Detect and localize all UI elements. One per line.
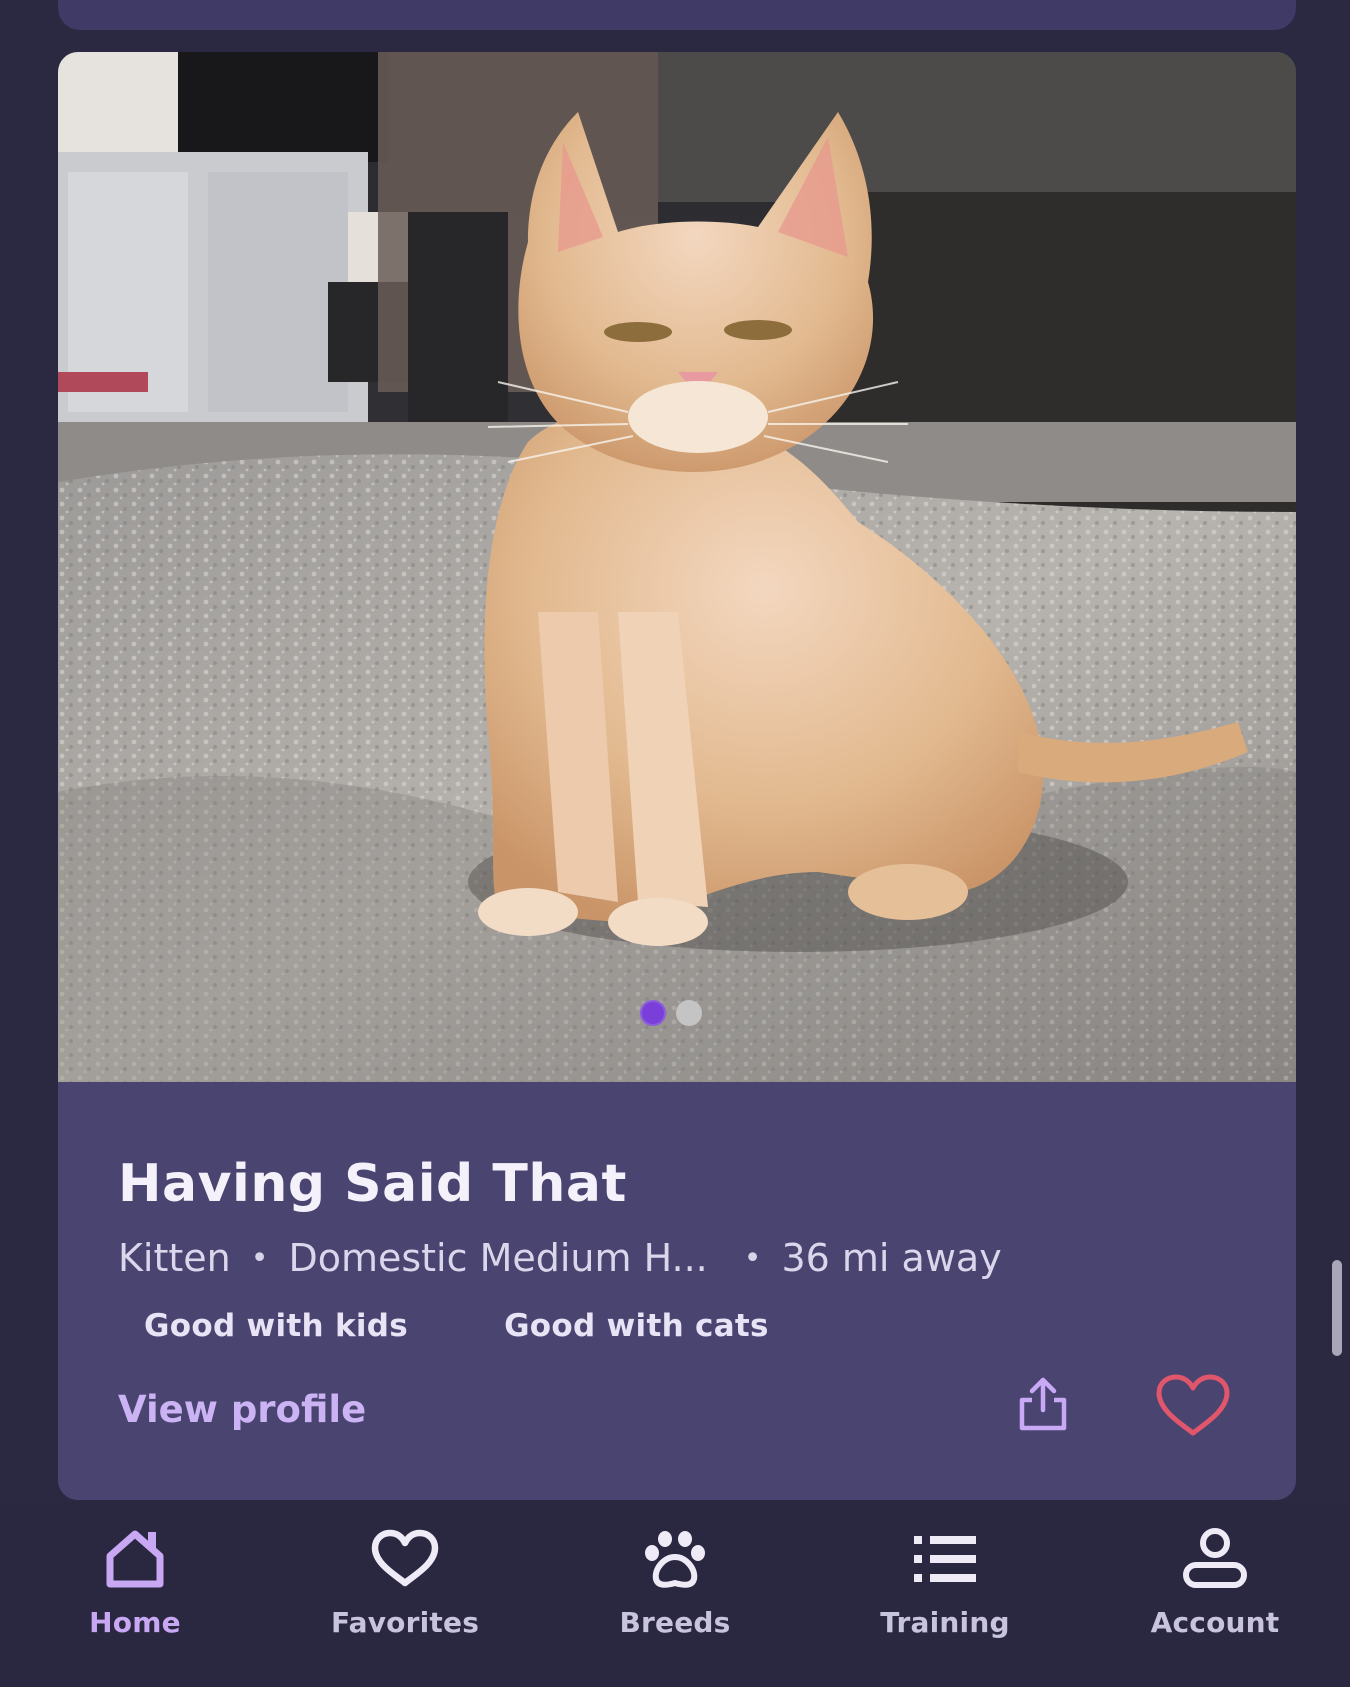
nav-training[interactable]: Training [835,1524,1055,1654]
share-icon [1019,1377,1067,1431]
meta-separator: • [743,1240,762,1276]
kitten-photo-illustration [58,52,1296,1082]
view-profile-link[interactable]: View profile [118,1388,366,1431]
nav-home[interactable]: Home [25,1524,245,1654]
pet-meta: Kitten • Domestic Medium H... • 36 mi aw… [118,1236,1256,1280]
pet-breed: Domestic Medium H... [288,1236,708,1280]
pet-age: Kitten [118,1236,231,1280]
bottom-navigation: Home Favorites Breeds Training Account [0,1502,1350,1687]
favorite-button[interactable] [1152,1371,1234,1441]
nav-training-label: Training [880,1606,1010,1639]
paw-icon [638,1524,712,1594]
tag-good-with-kids: Good with kids [144,1308,409,1344]
nav-breeds-label: Breeds [619,1606,731,1639]
tag-good-with-cats: Good with cats [504,1308,769,1344]
pager-dot-active[interactable] [640,1000,666,1026]
pet-info: Having Said That Kitten • Domestic Mediu… [58,1082,1296,1500]
list-icon [912,1524,978,1594]
pager-dot[interactable] [676,1000,702,1026]
heart-icon [369,1524,441,1594]
pet-tags: Good with kids Good with cats [144,1308,769,1344]
pet-photo[interactable] [58,52,1296,1082]
nav-breeds[interactable]: Breeds [565,1524,785,1654]
previous-pet-card[interactable] [58,0,1296,30]
home-icon [102,1524,168,1594]
share-button[interactable] [1008,1368,1078,1438]
pet-card[interactable]: Having Said That Kitten • Domestic Mediu… [58,52,1296,1500]
pet-name: Having Said That [118,1154,627,1214]
nav-favorites[interactable]: Favorites [295,1524,515,1654]
nav-favorites-label: Favorites [330,1606,480,1639]
nav-home-label: Home [89,1606,181,1639]
meta-separator: • [250,1240,269,1276]
heart-icon [1156,1374,1230,1436]
photo-pager[interactable] [640,1000,702,1026]
nav-account[interactable]: Account [1105,1524,1325,1654]
account-icon [1179,1524,1251,1594]
scrollbar[interactable] [1332,1260,1342,1356]
pet-distance: 36 mi away [781,1236,1002,1280]
nav-account-label: Account [1150,1606,1280,1639]
